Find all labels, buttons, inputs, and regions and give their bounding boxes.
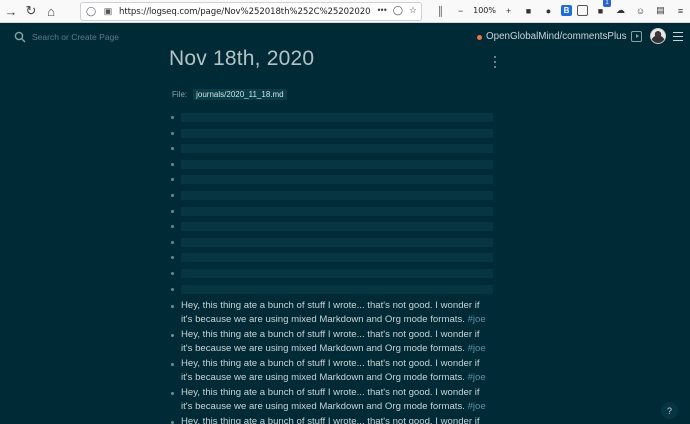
cloud-icon[interactable]: ☁ [613,3,628,18]
url-bar[interactable]: ◯ ▣ https://logseq.com/page/Nov%252018th… [80,2,422,21]
pocket-icon[interactable]: ◯ [393,5,403,16]
block-bullet[interactable] [171,147,174,151]
empty-block-content[interactable] [181,269,493,278]
tag-link[interactable]: #joe [468,314,486,325]
block-bullet[interactable] [171,363,174,366]
block-text[interactable]: Hey, this thing ate a bunch of stuff I w… [181,299,491,326]
tag-link[interactable]: #joe [468,343,486,354]
browser-toolbar: → ↻ ⌂ ◯ ▣ https://logseq.com/page/Nov%25… [0,0,690,23]
block-text-line: it's because we are using mixed Markdown… [181,342,486,354]
block-bullet[interactable] [171,116,174,119]
search-icon[interactable] [14,31,26,43]
empty-block-content[interactable] [181,237,493,247]
empty-block-content[interactable] [181,159,493,169]
container-icon[interactable] [577,5,588,16]
search-input[interactable] [32,29,232,45]
avatar[interactable] [650,28,666,44]
notification-badge: 1 [603,0,611,7]
block-text-line: it's because we are using mixed Markdown… [181,400,486,412]
empty-block-content[interactable] [181,175,493,185]
empty-block-content[interactable] [181,128,493,138]
extension-circle-icon[interactable]: ● [541,3,556,18]
block-bullet[interactable] [171,256,174,260]
block-bullet[interactable] [171,334,174,337]
block-bullet[interactable] [171,272,174,275]
empty-block-content[interactable] [181,284,493,294]
zoom-level[interactable]: 100% [473,6,496,15]
block-text-line: Hey, this thing ate a bunch of stuff I w… [181,329,480,340]
file-label: File: [172,90,188,99]
lock-icon[interactable]: ▣ [101,5,115,19]
url-text[interactable]: https://logseq.com/page/Nov%252018th%252… [119,7,375,17]
block-text[interactable]: Hey, this thing ate a bunch of stuff I w… [181,386,491,413]
account-icon[interactable]: ☺ [633,3,648,18]
block-bullet[interactable] [171,287,174,291]
reload-icon[interactable]: ↻ [22,2,40,20]
tag-link[interactable]: #joe [468,372,486,383]
back-arrow-icon[interactable]: → [2,2,20,20]
empty-block-content[interactable] [181,206,493,216]
library-icon[interactable]: ║ [433,3,448,18]
file-path-link[interactable]: journals/2020_11_18.md [193,89,287,100]
toolbar-right: ║ − 100% + ■ ● B ■ 1 ☁ ☺ ▤ ≡ [433,0,688,18]
block-bullet[interactable] [171,240,174,244]
home-icon[interactable]: ⌂ [42,2,60,20]
repo-name-link[interactable]: OpenGlobalMind/commentsPlus [486,31,627,42]
block-text[interactable]: Hey, this thing ate a bunch of stuff I w… [181,415,491,424]
block-text-line: it's because we are using mixed Markdown… [181,313,486,325]
shield-icon[interactable]: ◯ [84,5,98,19]
block-bullet[interactable] [171,392,174,395]
block-text-line: Hey, this thing ate a bunch of stuff I w… [181,387,480,398]
app-menu-icon[interactable]: ≡ [673,3,688,18]
block-text[interactable]: Hey, this thing ate a bunch of stuff I w… [181,357,491,384]
empty-block-content[interactable] [181,253,493,263]
block-bullet[interactable] [171,225,174,229]
block-text-line: Hey, this thing ate a bunch of stuff I w… [181,300,480,311]
empty-block-content[interactable] [181,144,493,154]
zoom-out-icon[interactable]: − [453,3,468,18]
block-bullet[interactable] [171,178,174,182]
block-text-line: Hey, this thing ate a bunch of stuff I w… [181,416,480,424]
bitwarden-icon[interactable]: B [561,5,572,16]
repo-status-dot [477,35,482,40]
bookmark-star-icon[interactable]: ☆ [409,5,417,16]
hamburger-menu-icon[interactable] [673,32,683,41]
extension-badge-icon[interactable]: ■ 1 [593,0,611,18]
toggle-right-sidebar-icon[interactable] [631,31,642,42]
block-bullet[interactable] [171,194,174,197]
empty-block-content[interactable] [181,191,493,200]
url-actions: ••• ◯ ☆ [377,5,417,16]
page-title[interactable]: Nov 18th, 2020 [169,47,314,71]
file-info: File: journals/2020_11_18.md [169,86,495,103]
empty-block-content[interactable] [181,222,493,232]
help-button[interactable]: ? [661,402,678,419]
block-text-line: it's because we are using mixed Markdown… [181,371,486,383]
zoom-in-icon[interactable]: + [501,3,516,18]
block-bullet[interactable] [171,209,174,213]
block-bullet[interactable] [171,305,174,308]
empty-block-content[interactable] [181,113,493,122]
page-actions-icon[interactable]: ••• [377,5,386,16]
notes-icon[interactable]: ▤ [653,3,668,18]
extension-icon[interactable]: ■ [521,3,536,18]
app-header: OpenGlobalMind/commentsPlus [0,24,690,50]
block-text[interactable]: Hey, this thing ate a bunch of stuff I w… [181,328,491,355]
block-bullet[interactable] [171,162,174,166]
more-options-icon[interactable] [492,56,498,68]
block-text-line: Hey, this thing ate a bunch of stuff I w… [181,358,480,369]
tag-link[interactable]: #joe [468,401,486,412]
block-bullet[interactable] [171,131,174,135]
